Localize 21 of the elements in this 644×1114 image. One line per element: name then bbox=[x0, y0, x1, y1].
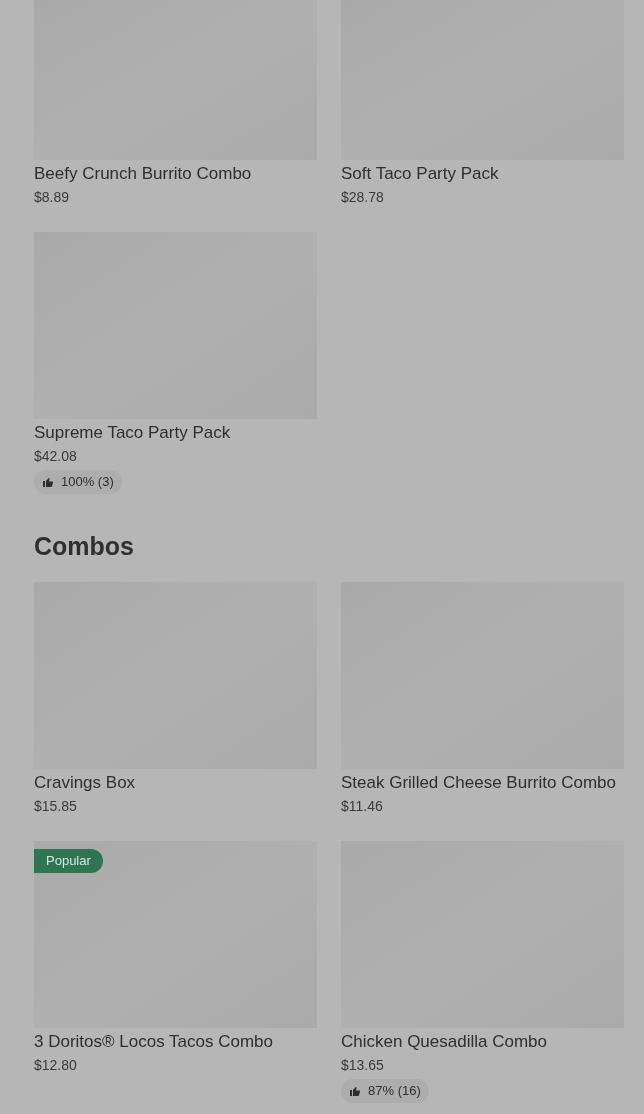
item-name[interactable]: Steak Grilled Cheese Burrito Combo bbox=[341, 771, 624, 795]
item-price: $42.08 bbox=[34, 447, 78, 466]
item-price: $8.89 bbox=[34, 188, 71, 207]
item-price: $28.78 bbox=[341, 188, 385, 207]
image-placeholder[interactable]: Popular bbox=[34, 841, 317, 1028]
item-name[interactable]: Beefy Crunch Burrito Combo bbox=[34, 162, 317, 186]
thumbs-up-icon bbox=[349, 1085, 361, 1097]
thumbs-up-icon bbox=[42, 476, 54, 488]
rating-badge: 100% (3) bbox=[34, 470, 122, 494]
item-price: $12.80 bbox=[34, 1056, 78, 1075]
rating-badge: 87% (16) bbox=[341, 1079, 429, 1103]
item-price: $13.65 bbox=[341, 1056, 385, 1075]
item-name[interactable]: Chicken Quesadilla Combo bbox=[341, 1030, 624, 1054]
item-name[interactable]: Soft Taco Party Pack bbox=[341, 162, 624, 186]
section-heading: Combos bbox=[34, 531, 135, 562]
item-name[interactable]: 3 Doritos® Locos Tacos Combo bbox=[34, 1030, 317, 1054]
popular-badge: Popular bbox=[34, 849, 103, 873]
item-price: $11.46 bbox=[341, 797, 384, 816]
item-name[interactable]: Supreme Taco Party Pack bbox=[34, 421, 317, 445]
item-price: $15.85 bbox=[34, 797, 78, 816]
item-name[interactable]: Cravings Box bbox=[34, 771, 317, 795]
